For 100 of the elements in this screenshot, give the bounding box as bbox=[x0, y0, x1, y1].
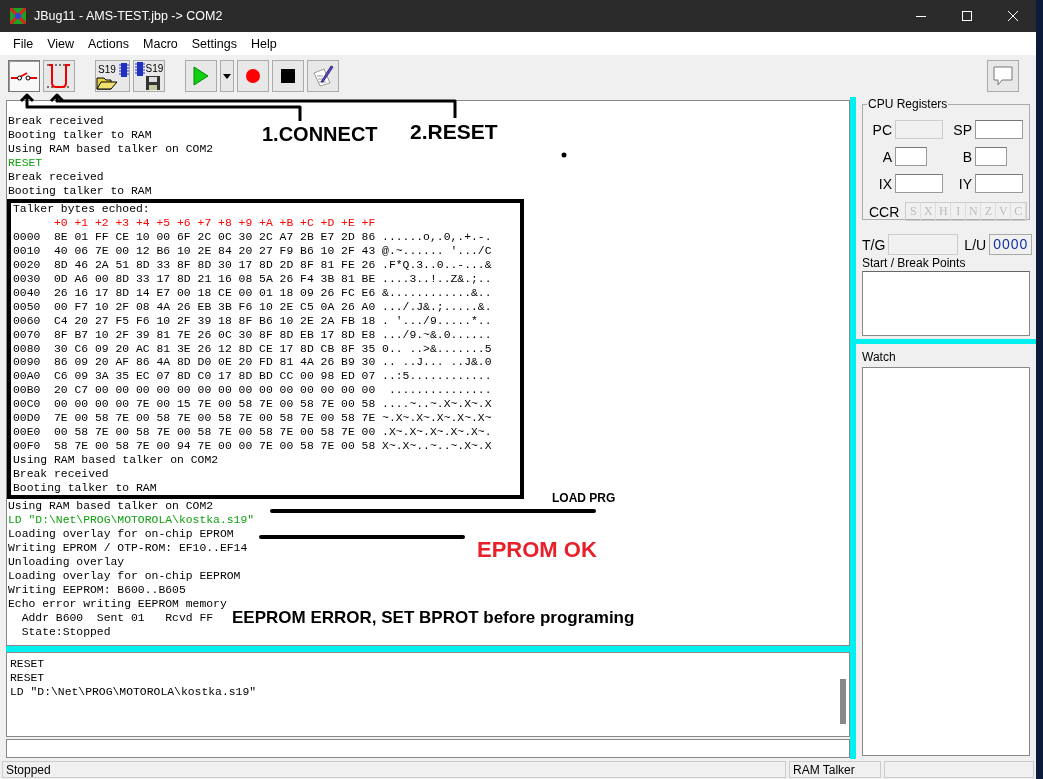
dump-ascii: .X~.X~.X~.X~.X~. bbox=[382, 425, 492, 440]
console-line: Using RAM based talker on COM2 bbox=[8, 142, 214, 157]
console-line: Unloading overlay bbox=[8, 556, 125, 570]
dump-bytes: 26 16 17 8D 14 E7 00 18 CE 00 01 18 09 26 FC E6 bbox=[54, 286, 376, 301]
dump-bytes: 00 00 00 00 7E 00 15 7E 00 58 7E 00 58 7E 00 58 bbox=[54, 398, 376, 413]
console-line: Break received bbox=[8, 115, 104, 129]
history-line[interactable]: RESET bbox=[10, 671, 837, 685]
close-icon bbox=[1008, 11, 1018, 21]
console-line: Booting talker to RAM bbox=[8, 184, 152, 199]
dump-address: 0060 bbox=[13, 314, 41, 329]
stop-button[interactable] bbox=[272, 60, 304, 92]
run-dropdown-button[interactable] bbox=[220, 60, 234, 92]
scrollbar-thumb[interactable] bbox=[840, 679, 846, 724]
speech-bubble-icon bbox=[992, 65, 1014, 87]
dump-address: 0040 bbox=[13, 286, 41, 301]
window-title: JBug11 - AMS-TEST.jbp -> COM2 bbox=[34, 9, 223, 23]
console-line: Using RAM based talker on COM2 bbox=[8, 500, 214, 515]
console-line: Echo error writing EEPROM memory bbox=[8, 597, 227, 612]
dump-address: 00C0 bbox=[13, 398, 41, 413]
breakpoints-list[interactable] bbox=[862, 271, 1030, 336]
register-label: IX bbox=[877, 175, 893, 192]
annotation-label: EPROM OK bbox=[477, 539, 597, 561]
switch-icon bbox=[11, 71, 37, 81]
history-line[interactable]: LD "D:\Net\PROG\MOTOROLA\kostka.s19" bbox=[10, 685, 837, 699]
lu-field[interactable]: 0000 bbox=[989, 234, 1033, 255]
console-line: Loading overlay for on-chip EPROM bbox=[8, 528, 234, 543]
pen-dot bbox=[561, 152, 567, 158]
dump-bytes: 00 58 7E 00 58 7E 00 58 7E 00 58 7E 00 58 7E 00 bbox=[54, 425, 376, 440]
dump-bytes: 20 C7 00 00 00 00 00 00 00 00 00 00 00 00 00 00 bbox=[54, 384, 376, 399]
chip-icon bbox=[134, 62, 145, 76]
dump-address: 00E0 bbox=[13, 425, 41, 440]
history-line[interactable]: RESET bbox=[10, 657, 837, 671]
dump-bytes: 30 C6 09 20 AC 81 3E 26 12 8D CE 17 8D CB 8F 35 bbox=[54, 342, 376, 357]
dump-ascii: .../.J&.;.....&. bbox=[382, 300, 492, 315]
console-line: Break received bbox=[8, 170, 104, 185]
dump-ascii: .../9.~&.0...... bbox=[382, 328, 492, 343]
save-s19-button[interactable]: S19 bbox=[133, 60, 165, 92]
dump-header: +0 +1 +2 +3 +4 +5 +6 +7 +8 +9 +A +B +C +D +E +F bbox=[54, 217, 376, 232]
console-line: Writing EPROM / OTP-ROM: EF10..EF14 bbox=[8, 542, 248, 557]
menu-item[interactable]: Help bbox=[243, 36, 284, 51]
pulse-icon bbox=[47, 63, 71, 89]
dump-ascii: ......o,.0,.+.-. bbox=[382, 231, 492, 246]
annotation-label: 2.RESET bbox=[410, 121, 498, 142]
register-label: PC bbox=[871, 121, 893, 138]
register-label: A bbox=[881, 148, 893, 165]
edit-button[interactable] bbox=[307, 60, 339, 92]
register-field[interactable] bbox=[975, 120, 1023, 139]
maximize-icon bbox=[962, 11, 972, 21]
register-field[interactable] bbox=[975, 147, 1007, 166]
dump-address: 0020 bbox=[13, 259, 41, 273]
register-field[interactable] bbox=[975, 174, 1023, 193]
dump-address: 0070 bbox=[13, 328, 41, 343]
dump-bytes: 86 09 20 AF 86 4A 8D D0 0E 20 FD 81 4A 26 B9 30 bbox=[54, 356, 376, 371]
group-title: CPU Registers bbox=[867, 97, 949, 111]
dump-address: 00A0 bbox=[13, 370, 41, 385]
talker-status: RAM Talker bbox=[789, 760, 881, 778]
annotation-label: EEPROM ERROR, SET BPROT before programing bbox=[232, 609, 635, 626]
menu-item[interactable]: Actions bbox=[81, 36, 137, 51]
stop-icon bbox=[281, 69, 295, 83]
dump-bytes: 8F B7 10 2F 39 81 7E 26 0C 30 8F 8D EB 17 8D E8 bbox=[54, 328, 376, 343]
console-line: Writing EEPROM: B600..B605 bbox=[8, 583, 186, 598]
dump-ascii: .F*Q.3..0..-...& bbox=[382, 259, 492, 273]
caret-icon bbox=[223, 73, 231, 79]
dump-ascii: @.~...... '.../C bbox=[382, 245, 492, 260]
dump-ascii: ....~..~.X~.X~.X bbox=[382, 398, 492, 413]
dump-ascii: &............&.. bbox=[382, 286, 492, 301]
chip-icon bbox=[119, 62, 129, 77]
register-field[interactable] bbox=[895, 147, 927, 166]
menu-item[interactable]: File bbox=[6, 36, 41, 51]
menu-item[interactable]: Macro bbox=[136, 36, 185, 51]
console-line: State:Stopped bbox=[20, 625, 111, 640]
console-line: Talker bytes echoed: bbox=[13, 203, 150, 218]
folder-icon bbox=[96, 76, 118, 90]
console-line: LD "D:\Net\PROG\MOTOROLA\kostka.s19" bbox=[8, 514, 255, 529]
dump-ascii: X~.X~..~..~.X~.X bbox=[382, 439, 492, 454]
speech-button[interactable] bbox=[987, 60, 1019, 92]
icon-caption: S19 bbox=[145, 64, 164, 74]
reset-button[interactable] bbox=[43, 60, 75, 92]
dump-ascii: . '.../9.....*.. bbox=[382, 314, 492, 329]
register-field[interactable] bbox=[895, 174, 943, 193]
load-s19-button[interactable]: S19 bbox=[95, 60, 130, 92]
dump-ascii: ~.X~.X~.X~.X~.X~ bbox=[382, 412, 492, 426]
dump-address: 0090 bbox=[13, 356, 41, 371]
console-line: Break received bbox=[13, 467, 109, 482]
register-label: CCR bbox=[869, 203, 901, 220]
minimize-icon bbox=[916, 15, 926, 17]
dump-address: 00F0 bbox=[13, 439, 41, 454]
dump-ascii: ....3..!..Z&.;.. bbox=[382, 272, 492, 287]
app-logo-icon bbox=[10, 8, 26, 24]
dump-bytes: 8D 46 2A 51 8D 33 8F 8D 30 17 8D 2D 8F 81 FE 26 bbox=[54, 259, 376, 273]
menu-item[interactable]: View bbox=[40, 36, 82, 51]
dump-bytes: C6 09 3A 35 EC 07 8D C0 17 8D BD CC 00 98 ED 07 bbox=[54, 370, 376, 385]
dump-bytes: 0D A6 00 8D 33 17 8D 21 16 08 5A 26 F4 3B 81 BE bbox=[54, 272, 376, 287]
dump-ascii: ............... bbox=[387, 384, 492, 399]
register-label: B bbox=[961, 148, 973, 165]
annotation-label: LOAD PRG bbox=[552, 492, 616, 504]
command-input[interactable] bbox=[6, 739, 850, 758]
connect-button[interactable] bbox=[8, 60, 40, 92]
dump-address: 0080 bbox=[13, 342, 41, 357]
menu-item[interactable]: Settings bbox=[184, 36, 244, 51]
